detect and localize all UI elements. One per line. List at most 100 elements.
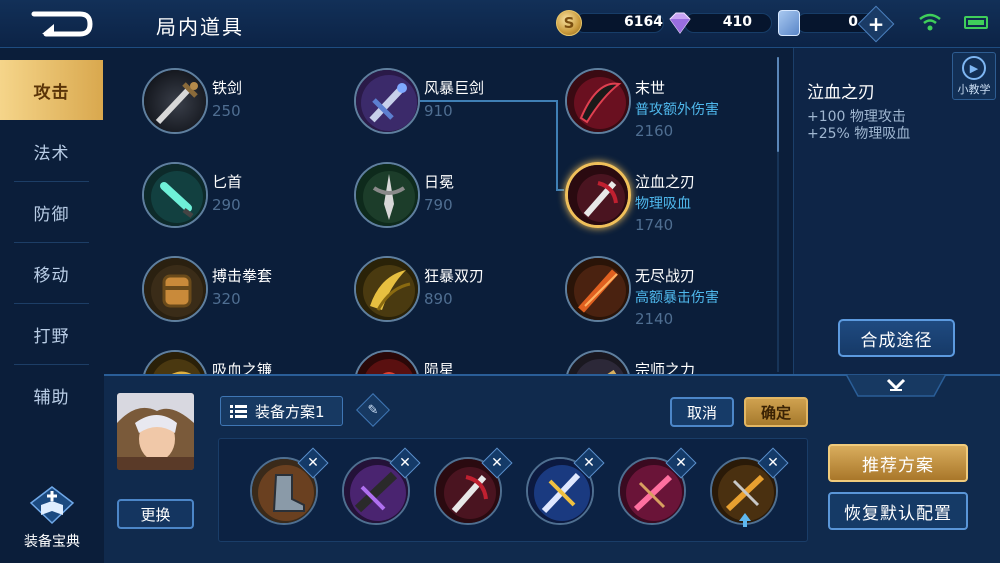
item-iron-sword[interactable]: 铁剑 250 <box>142 68 342 148</box>
play-icon: ▶ <box>962 56 986 80</box>
item-storm-greatsword[interactable]: 风暴巨剑 910 <box>354 68 554 148</box>
meteor-icon <box>354 350 420 375</box>
pencil-icon: ✎ <box>367 402 379 418</box>
plus-icon: + <box>867 12 885 36</box>
restore-default-button[interactable]: 恢复默认配置 <box>828 492 968 530</box>
tutorial-button[interactable]: ▶ 小教学 <box>952 52 996 100</box>
item-name: 日冕 <box>424 173 455 191</box>
item-name: 宗师之力 <box>635 361 696 375</box>
item-name: 狂暴双刃 <box>424 267 485 285</box>
item-meteor[interactable]: 陨星 <box>354 350 554 375</box>
item-bloodweeper[interactable]: 泣血之刃 物理吸血 1740 <box>565 162 765 242</box>
voucher-counter: 0 <box>778 10 884 36</box>
item-name: 末世 <box>635 79 666 97</box>
recommended-plan-button[interactable]: 推荐方案 <box>828 444 968 482</box>
nav-tab-movement[interactable]: 移动 <box>0 243 103 303</box>
back-arrow-icon <box>31 11 93 37</box>
top-bar: 局内道具 S 6164 410 0 + <box>0 0 1000 48</box>
item-name: 搏击拳套 <box>212 267 273 285</box>
loadout-plan-select[interactable]: 装备方案1 <box>220 396 343 426</box>
list-icon <box>230 405 247 418</box>
item-bloodthirsty-scythe[interactable]: 吸血之镰 <box>142 350 342 375</box>
upgrade-arrow-icon <box>739 513 751 527</box>
add-voucher-button[interactable]: + <box>857 5 895 43</box>
nav-tab-support[interactable]: 辅助 <box>0 365 103 425</box>
item-doomsday[interactable]: 末世 普攻额外伤害 2160 <box>565 68 765 148</box>
berserk-blades-icon <box>354 256 420 322</box>
battery-icon <box>964 16 988 29</box>
item-price: 290 <box>212 196 241 214</box>
item-price: 890 <box>424 290 453 308</box>
recipe-connector <box>556 100 558 190</box>
iron-sword-icon <box>142 68 208 134</box>
diamond-counter: 410 <box>666 10 772 36</box>
item-price: 1740 <box>635 216 674 234</box>
close-icon: ✕ <box>675 455 687 471</box>
item-infinity-edge[interactable]: 无尽战刃 高额暴击伤害 2140 <box>565 256 765 336</box>
detail-stat-lifesteal: +25% 物理吸血 <box>807 126 911 142</box>
swap-hero-button[interactable]: 更换 <box>117 499 194 529</box>
gold-counter: S 6164 <box>556 10 664 36</box>
codex-label: 装备宝典 <box>24 534 80 550</box>
collapse-toggle[interactable] <box>846 374 946 398</box>
item-name: 无尽战刃 <box>635 267 696 285</box>
grid-scrollbar[interactable] <box>777 57 779 152</box>
item-master-force[interactable]: 宗师之力 <box>565 350 765 375</box>
item-name: 泣血之刃 <box>635 173 696 191</box>
close-icon: ✕ <box>583 455 595 471</box>
equipment-codex-button[interactable]: 装备宝典 <box>12 485 92 557</box>
wifi-icon <box>919 13 941 31</box>
nav-tab-attack[interactable]: 攻击 <box>0 60 103 120</box>
item-name: 陨星 <box>424 361 455 375</box>
item-effect: 物理吸血 <box>635 196 691 212</box>
item-berserk-blades[interactable]: 狂暴双刃 890 <box>354 256 554 336</box>
back-button[interactable] <box>20 8 102 40</box>
gold-value: 6164 <box>624 14 663 30</box>
item-price: 320 <box>212 290 241 308</box>
master-force-icon <box>565 350 631 375</box>
item-price: 2140 <box>635 310 674 328</box>
doomsday-icon <box>565 68 631 134</box>
item-price: 790 <box>424 196 453 214</box>
close-icon: ✕ <box>491 455 503 471</box>
detail-title: 泣血之刃 <box>807 83 875 103</box>
close-icon: ✕ <box>307 455 319 471</box>
nav-tab-jungle[interactable]: 打野 <box>0 304 103 364</box>
confirm-button[interactable]: 确定 <box>744 397 808 427</box>
tutorial-label: 小教学 <box>957 83 991 96</box>
dagger-icon <box>142 162 208 228</box>
item-dagger[interactable]: 匕首 290 <box>142 162 342 242</box>
close-icon: ✕ <box>767 455 779 471</box>
item-boxing-gloves[interactable]: 搏击拳套 320 <box>142 256 342 336</box>
voucher-card-icon <box>778 10 800 36</box>
item-price: 250 <box>212 102 241 120</box>
synthesis-path-button[interactable]: 合成途径 <box>838 319 955 357</box>
bloodthirsty-scythe-icon <box>142 350 208 375</box>
item-price: 2160 <box>635 122 674 140</box>
gold-coin-icon: S <box>556 10 582 36</box>
page-title: 局内道具 <box>156 15 244 39</box>
storm-greatsword-icon <box>354 68 420 134</box>
item-sun-crown[interactable]: 日冕 790 <box>354 162 554 242</box>
bloodweeper-icon <box>565 162 631 228</box>
hero-portrait <box>117 393 194 470</box>
cancel-button[interactable]: 取消 <box>670 397 734 427</box>
plan-label: 装备方案1 <box>255 402 325 421</box>
item-effect: 普攻额外伤害 <box>635 102 719 118</box>
voucher-value: 0 <box>848 14 858 30</box>
item-name: 匕首 <box>212 173 243 191</box>
item-name: 风暴巨剑 <box>424 79 485 97</box>
sun-crown-icon <box>354 162 420 228</box>
item-grid: 铁剑 250 风暴巨剑 910 末世 普攻额外伤害 2160 匕首 290 日冕… <box>104 48 776 375</box>
item-effect: 高额暴击伤害 <box>635 290 719 306</box>
nav-tab-defense[interactable]: 防御 <box>0 182 103 242</box>
item-name: 铁剑 <box>212 79 243 97</box>
recipe-connector <box>556 189 564 191</box>
nav-tab-magic[interactable]: 法术 <box>0 121 103 181</box>
boxing-gloves-icon <box>142 256 208 322</box>
item-price: 910 <box>424 102 453 120</box>
infinity-edge-icon <box>565 256 631 322</box>
diamond-value: 410 <box>722 14 752 30</box>
diamond-icon <box>669 12 691 34</box>
book-icon <box>29 486 75 525</box>
